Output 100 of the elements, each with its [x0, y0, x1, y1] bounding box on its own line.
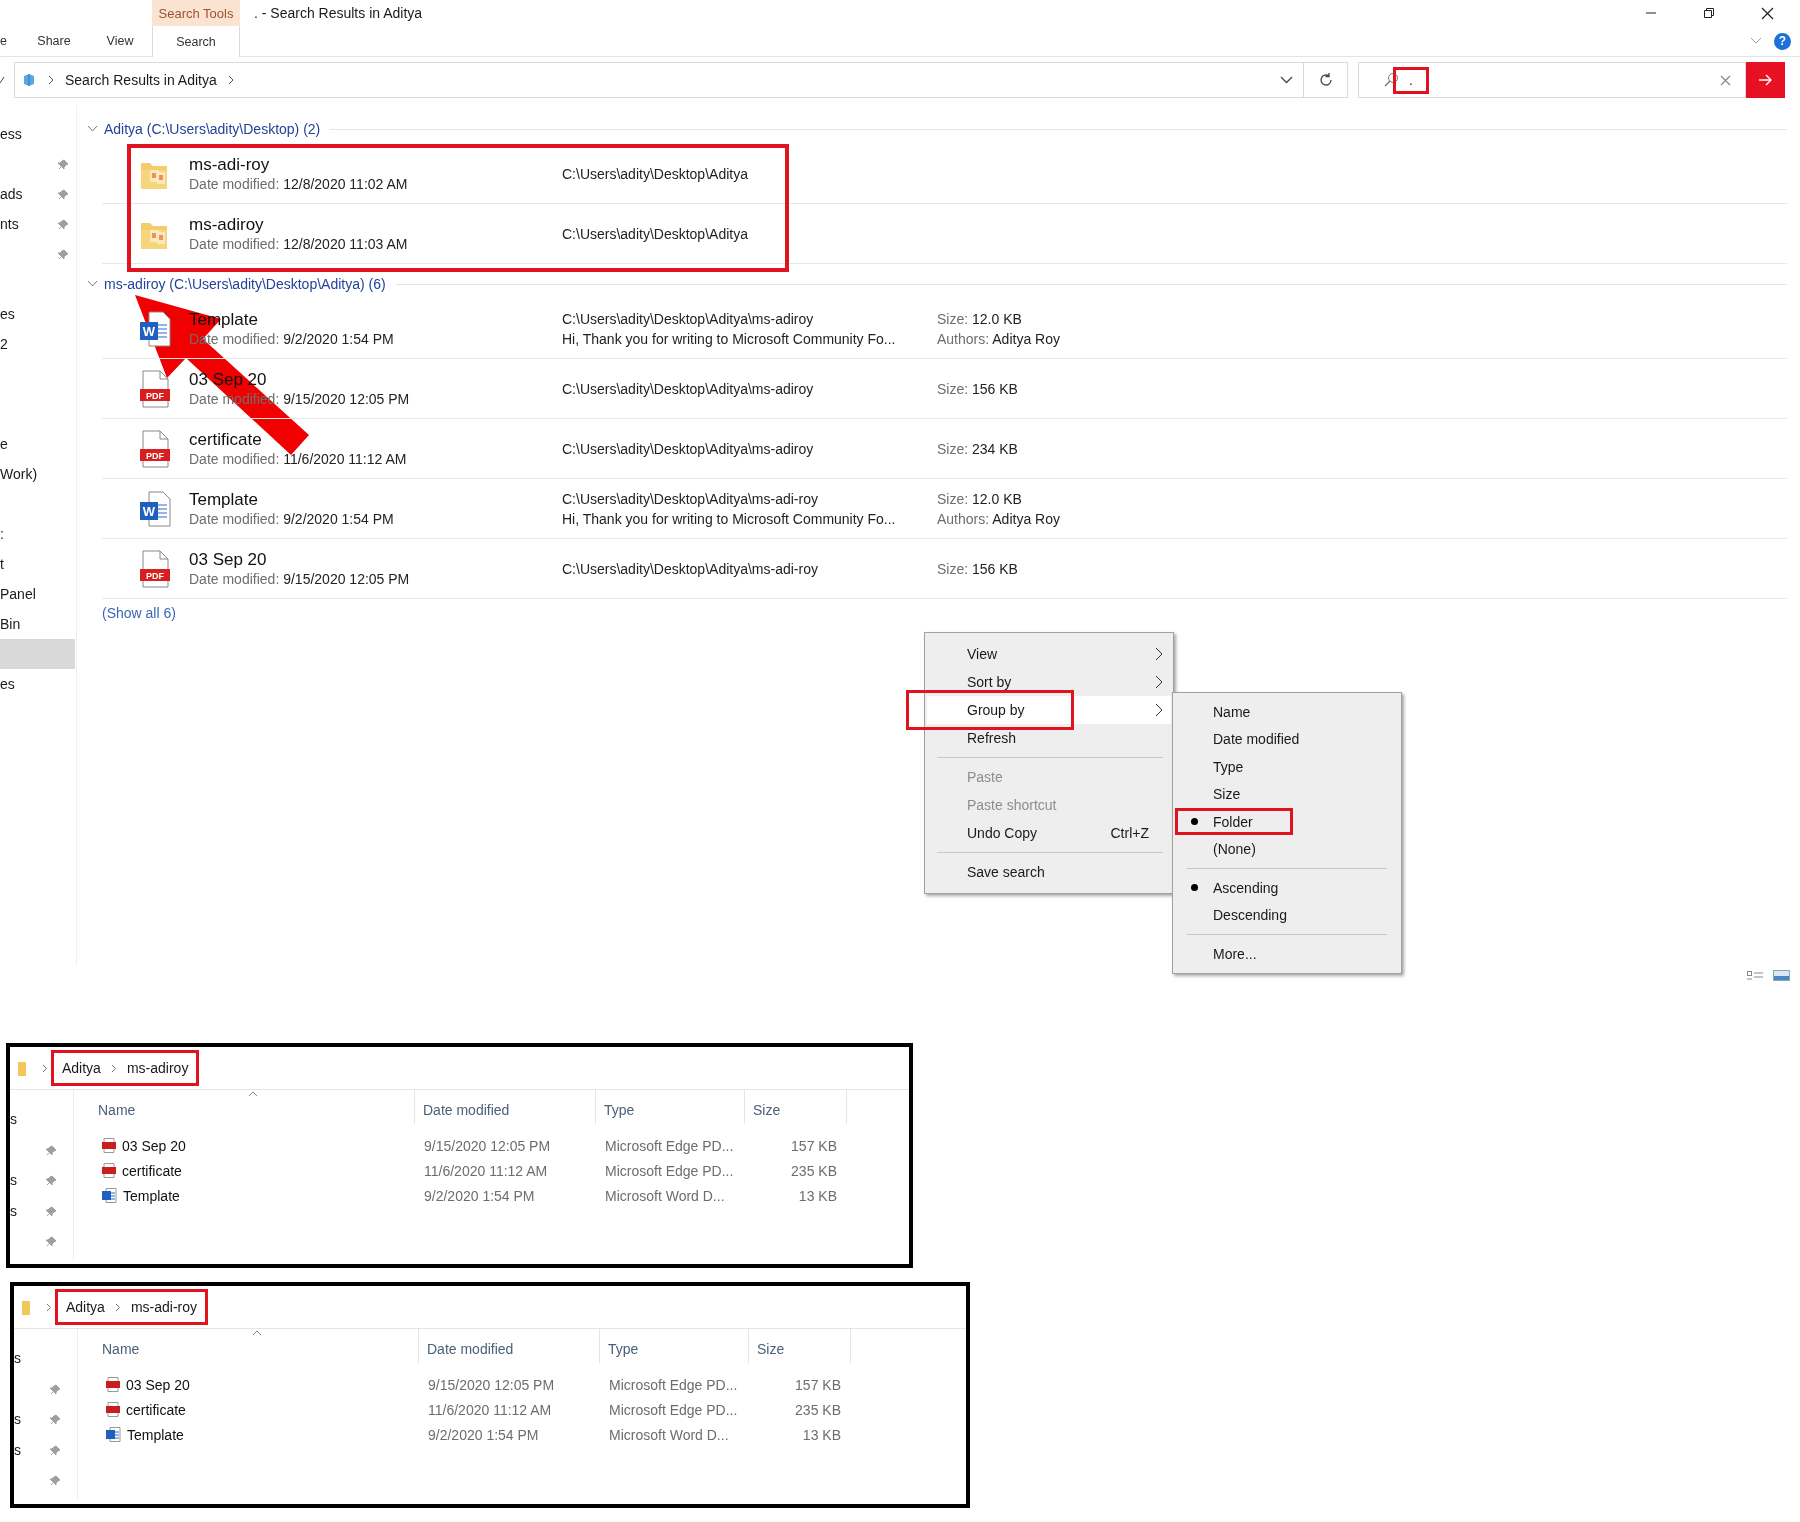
menu-item-label[interactable]: More... [1213, 945, 1257, 962]
file-name[interactable]: certificate [189, 430, 562, 450]
arrow-right-icon[interactable] [1758, 74, 1773, 86]
menu-item[interactable]: Date modified [1175, 725, 1399, 753]
restore-icon[interactable] [1703, 7, 1715, 19]
refresh-button[interactable] [1304, 62, 1348, 98]
menu-item[interactable]: Descending [1175, 901, 1399, 929]
column-header[interactable]: Name [86, 1329, 419, 1363]
menu-item[interactable]: Sort by [927, 668, 1171, 696]
collapse-chevron-icon[interactable] [87, 280, 98, 288]
menu-item-label[interactable]: Date modified [1213, 731, 1300, 748]
column-header[interactable]: Date modified [415, 1090, 596, 1124]
menu-item-label[interactable]: Save search [967, 864, 1045, 880]
file-name[interactable]: 03 Sep 20 [122, 1137, 186, 1154]
ribbon-tab[interactable]: Search [152, 26, 240, 57]
chevron-right-icon[interactable] [226, 75, 235, 85]
nav-item-label[interactable]: e [0, 436, 8, 452]
menu-item[interactable]: Folder [1175, 808, 1399, 836]
nav-item-label[interactable]: Bin [0, 616, 21, 632]
refresh-icon[interactable] [1317, 72, 1334, 88]
menu-item[interactable]: Undo Copy Ctrl+Z [927, 819, 1171, 847]
menu-item-label[interactable]: Name [1213, 703, 1251, 720]
nav-item-label[interactable]: ads [0, 186, 23, 202]
menu-item[interactable]: Group by [927, 696, 1171, 724]
file-name[interactable]: 03 Sep 20 [126, 1376, 190, 1393]
menu-item-label[interactable]: Group by [967, 702, 1025, 718]
clear-icon[interactable] [1720, 74, 1731, 86]
nav-item-label[interactable]: 2 [0, 336, 8, 352]
location-text[interactable]: Search Results in Aditya [65, 72, 217, 88]
nav-item-label[interactable]: s [14, 1411, 21, 1428]
address-bar[interactable]: Search Results in Aditya [14, 62, 1304, 98]
menu-item[interactable]: Name [1175, 698, 1399, 726]
chevron-right-icon[interactable] [47, 75, 55, 85]
details-view-icon[interactable] [1747, 970, 1763, 981]
nav-item-label[interactable]: t [0, 556, 4, 572]
collapse-chevron-icon[interactable] [87, 125, 98, 133]
file-name[interactable]: certificate [122, 1162, 182, 1179]
file-name[interactable]: ms-adiroy [189, 215, 562, 235]
file-name[interactable]: Template [123, 1187, 180, 1204]
chevron-right-icon[interactable] [110, 1063, 117, 1073]
column-header[interactable]: Name [82, 1090, 415, 1124]
chevron-right-icon[interactable] [42, 1063, 48, 1073]
breadcrumb[interactable]: ms-adiroy [126, 1060, 189, 1076]
menu-item[interactable]: Size [1175, 780, 1399, 808]
breadcrumb[interactable]: Aditya [66, 1299, 105, 1315]
ribbon-tab[interactable]: e [0, 26, 20, 56]
menu-item[interactable]: (None) [1175, 835, 1399, 863]
ribbon-tab[interactable]: View [88, 26, 152, 56]
menu-item[interactable]: Save search [927, 858, 1171, 886]
file-name[interactable]: 03 Sep 20 [189, 550, 562, 570]
file-name[interactable]: Template [127, 1426, 184, 1443]
group-header[interactable]: ms-adiroy (C:\Users\adity\Desktop\Aditya) (6) [104, 276, 386, 292]
menu-item[interactable]: View [927, 640, 1171, 668]
large-icons-view-icon[interactable] [1773, 970, 1790, 981]
nav-item-label[interactable]: ess [0, 126, 22, 142]
menu-item-label[interactable]: Ascending [1213, 879, 1279, 896]
menu-item[interactable]: More... [1175, 940, 1399, 968]
help-icon[interactable]: ? [1774, 32, 1791, 50]
menu-item-label[interactable]: Size [1213, 786, 1241, 803]
breadcrumb[interactable]: ms-adi-roy [130, 1299, 198, 1315]
file-name[interactable]: ms-adi-roy [189, 155, 562, 175]
file-name[interactable]: Template [189, 490, 562, 510]
menu-item-label[interactable]: Folder [1213, 813, 1253, 830]
menu-item[interactable]: Refresh [927, 724, 1171, 752]
menu-item-label[interactable]: Refresh [967, 730, 1017, 746]
menu-item-label[interactable]: Sort by [967, 674, 1012, 690]
chevron-right-icon[interactable] [114, 1302, 121, 1312]
nav-item-label[interactable]: s [10, 1172, 17, 1189]
search-field[interactable]: . [1358, 62, 1746, 98]
nav-item-label[interactable]: Panel [0, 586, 36, 602]
nav-item-label[interactable]: Work) [0, 466, 38, 482]
search-go-button[interactable] [1746, 62, 1785, 98]
menu-item-label[interactable]: Type [1213, 758, 1244, 775]
menu-item-label[interactable]: View [967, 646, 998, 662]
column-header[interactable]: Date modified [419, 1329, 600, 1363]
ribbon-tab[interactable]: Share [20, 26, 88, 56]
show-all-link[interactable]: (Show all 6) [102, 605, 176, 621]
nav-item-label[interactable]: s [14, 1350, 21, 1367]
menu-item-label[interactable]: Descending [1213, 907, 1287, 924]
nav-item-label[interactable]: s [10, 1111, 17, 1128]
nav-item-label[interactable]: s [14, 1441, 21, 1458]
file-name[interactable]: 03 Sep 20 [189, 370, 562, 390]
column-header[interactable]: Type [596, 1090, 745, 1124]
menu-item-label[interactable]: Undo Copy [967, 825, 1038, 841]
dropdown-icon[interactable] [1280, 76, 1293, 84]
expand-ribbon-icon[interactable] [1750, 37, 1762, 45]
column-header[interactable]: Size [749, 1329, 851, 1363]
nav-item-label[interactable]: es [0, 676, 15, 692]
menu-item[interactable]: Type [1175, 753, 1399, 781]
file-name[interactable]: certificate [126, 1401, 186, 1418]
column-header[interactable]: Size [745, 1090, 847, 1124]
menu-item-label[interactable]: (None) [1213, 841, 1256, 858]
nav-item-label[interactable]: : [0, 526, 4, 542]
group-header[interactable]: Aditya (C:\Users\adity\Desktop) (2) [104, 121, 321, 137]
chevron-right-icon[interactable] [46, 1302, 52, 1312]
nav-item-label[interactable]: es [0, 306, 15, 322]
breadcrumb[interactable]: Aditya [62, 1060, 101, 1076]
column-header[interactable]: Type [600, 1329, 749, 1363]
nav-item-label[interactable]: s [10, 1202, 17, 1219]
nav-item-label[interactable]: nts [0, 216, 19, 232]
